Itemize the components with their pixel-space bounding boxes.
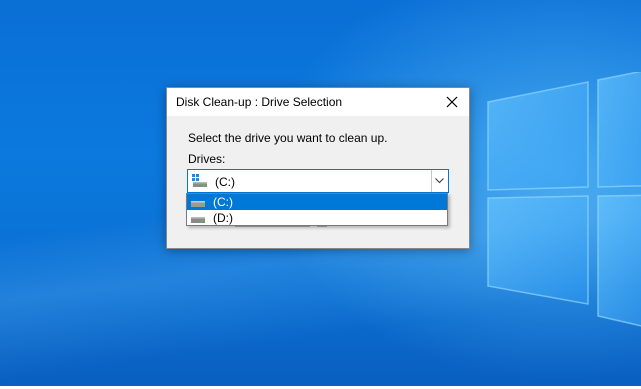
close-button[interactable] xyxy=(435,88,469,116)
hard-drive-icon xyxy=(191,217,205,223)
close-icon xyxy=(446,96,458,108)
drive-combobox[interactable]: (C:) xyxy=(187,169,449,193)
drives-label: Drives: xyxy=(188,152,226,166)
drive-option-d[interactable]: (D:) xyxy=(187,210,447,226)
dropdown-toggle[interactable] xyxy=(431,170,448,192)
selected-drive-value: (C:) xyxy=(215,175,235,189)
drive-dropdown-list[interactable]: (C:) (D:) xyxy=(186,193,448,226)
windows-logo xyxy=(487,72,641,327)
instruction-text: Select the drive you want to clean up. xyxy=(188,131,388,145)
dialog-title-bar[interactable]: Disk Clean-up : Drive Selection xyxy=(167,88,469,116)
drive-option-c[interactable]: (C:) xyxy=(187,194,447,210)
dialog-title: Disk Clean-up : Drive Selection xyxy=(176,95,343,109)
system-drive-icon xyxy=(192,174,207,187)
drive-option-label: (C:) xyxy=(213,195,233,209)
hard-drive-icon xyxy=(191,201,205,207)
chevron-down-icon xyxy=(435,178,444,184)
drive-option-label: (D:) xyxy=(213,211,233,225)
